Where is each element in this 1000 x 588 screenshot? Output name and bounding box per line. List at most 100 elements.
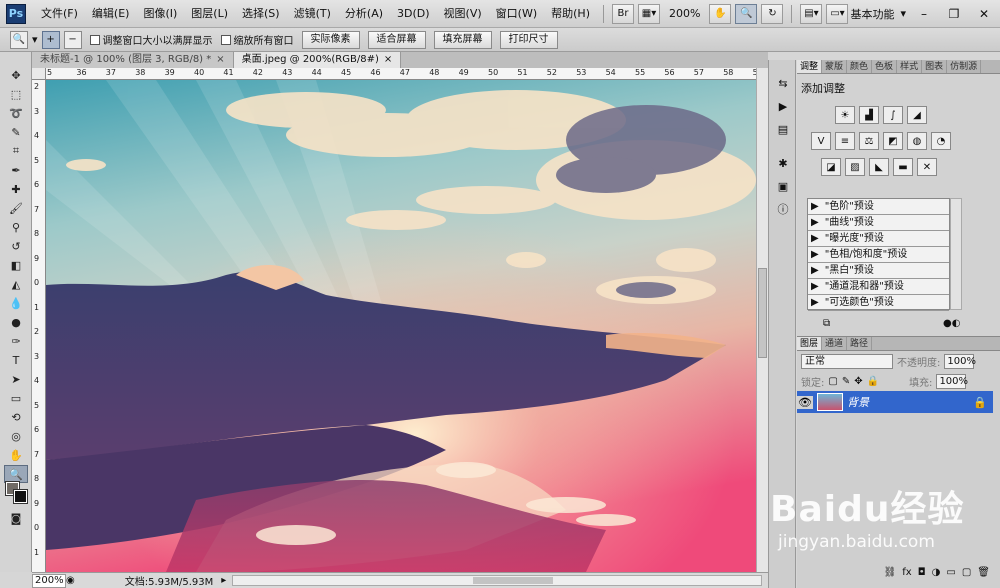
marquee-tool-icon[interactable]: ⬚	[4, 85, 28, 103]
tab-paths[interactable]: 路径	[847, 337, 873, 350]
menu-view[interactable]: 视图(V)	[437, 0, 489, 28]
hand-tool-icon[interactable]: ✋	[4, 446, 28, 464]
zoom-tool-icon[interactable]: 🔍	[4, 465, 28, 483]
return-to-list-icon[interactable]: ⧉	[823, 318, 830, 329]
actions-icon[interactable]: ▶	[773, 97, 793, 115]
list-item[interactable]: ▶ "曝光度"预设	[808, 231, 949, 247]
lock-all-icon[interactable]: 🔒	[867, 376, 879, 387]
tab-untitled-1[interactable]: 未标题-1 @ 100% (图层 3, RGB/8) * ×	[32, 52, 234, 68]
zoom-all-windows-checkbox[interactable]: 缩放所有窗口	[220, 32, 294, 47]
eyedropper-tool-icon[interactable]: ✒	[4, 161, 28, 179]
menu-edit[interactable]: 编辑(E)	[85, 0, 137, 28]
chevron-right-icon[interactable]: ▸	[221, 575, 226, 586]
3d-orbit-tool-icon[interactable]: ◎	[4, 427, 28, 445]
status-info-icon[interactable]: ◉	[66, 575, 75, 586]
clip-layer-icon[interactable]: ●◐	[943, 318, 960, 329]
exposure-icon[interactable]: ◢	[907, 106, 927, 124]
zoom-tool-preset-icon[interactable]: 🔍	[10, 30, 28, 49]
color-balance-icon[interactable]: ⚖	[859, 132, 879, 150]
close-icon[interactable]: ×	[216, 52, 224, 68]
lasso-tool-icon[interactable]: ➰	[4, 104, 28, 122]
black-white-icon[interactable]: ◩	[883, 132, 903, 150]
brush-tool-icon[interactable]: 🖌	[4, 199, 28, 217]
crop-tool-icon[interactable]: ⌗	[4, 142, 28, 160]
scroll-thumb[interactable]	[758, 268, 767, 358]
zoom-out-icon[interactable]: −	[63, 30, 82, 49]
chevron-down-icon[interactable]: ▾	[32, 33, 38, 46]
list-item[interactable]: ▶ "色阶"预设	[808, 199, 949, 215]
history-icon[interactable]: ⇆	[773, 74, 793, 92]
ruler-origin[interactable]	[32, 68, 46, 80]
invert-icon[interactable]: ◪	[821, 158, 841, 176]
posterize-icon[interactable]: ▨	[845, 158, 865, 176]
resize-window-checkbox[interactable]: 调整窗口大小以满屏显示	[89, 32, 213, 47]
menu-3d[interactable]: 3D(D)	[390, 0, 437, 28]
tab-masks[interactable]: 蒙版	[822, 60, 848, 73]
fit-screen-button[interactable]: 适合屏幕	[367, 30, 426, 49]
menu-filter[interactable]: 滤镜(T)	[287, 0, 338, 28]
navigator-icon[interactable]: ▣	[773, 177, 793, 195]
history-brush-tool-icon[interactable]: ↺	[4, 237, 28, 255]
scroll-thumb[interactable]	[473, 577, 553, 584]
tab-desktop-jpeg[interactable]: 桌面.jpeg @ 200%(RGB/8#) ×	[233, 52, 402, 68]
presets-scrollbar[interactable]	[950, 198, 962, 310]
list-item[interactable]: ▶ "通道混和器"预设	[808, 279, 949, 295]
menu-file[interactable]: 文件(F)	[34, 0, 85, 28]
path-select-tool-icon[interactable]: ➤	[4, 370, 28, 388]
tab-swatches[interactable]: 色板	[872, 60, 898, 73]
menu-help[interactable]: 帮助(H)	[544, 0, 597, 28]
menu-image[interactable]: 图像(I)	[136, 0, 184, 28]
hue-saturation-icon[interactable]: ≡	[835, 132, 855, 150]
document-canvas[interactable]	[46, 80, 756, 572]
selective-color-icon[interactable]: ✕	[917, 158, 937, 176]
curves-icon[interactable]: ∫	[883, 106, 903, 124]
blend-mode-select[interactable]: 正常	[801, 353, 893, 369]
quick-select-tool-icon[interactable]: ✎	[4, 123, 28, 141]
tab-color[interactable]: 颜色	[847, 60, 873, 73]
eye-icon[interactable]: 👁	[797, 395, 813, 409]
lock-position-icon[interactable]: ✥	[854, 376, 862, 387]
fill-field[interactable]: 100%	[936, 373, 968, 389]
link-layers-icon[interactable]: ⛓	[884, 567, 897, 585]
rotate-view-button[interactable]: ↻	[761, 3, 784, 24]
3d-rotate-tool-icon[interactable]: ⟲	[4, 408, 28, 426]
eraser-tool-icon[interactable]: ◧	[4, 256, 28, 274]
pen-tool-icon[interactable]: ✑	[4, 332, 28, 350]
mini-bridge-icon[interactable]: ▤	[773, 120, 793, 138]
delete-layer-icon[interactable]: 🗑	[977, 567, 990, 585]
workspace-switcher[interactable]: 基本功能 ▾ – ❐ ✕	[850, 5, 996, 23]
dodge-tool-icon[interactable]: ●	[4, 313, 28, 331]
status-zoom-field[interactable]: 200%	[32, 573, 66, 588]
zoom-in-icon[interactable]: +	[41, 30, 60, 49]
lock-transparent-icon[interactable]: ▢	[828, 376, 837, 387]
tab-channels[interactable]: 通道	[822, 337, 848, 350]
tab-layers[interactable]: 图层	[797, 337, 823, 350]
arrange-documents-button[interactable]: ▤▾	[800, 3, 823, 24]
new-layer-icon[interactable]: ▢	[962, 567, 971, 585]
vertical-scrollbar[interactable]	[756, 68, 768, 572]
checkbox-box[interactable]	[89, 34, 100, 45]
new-group-icon[interactable]: ▭	[946, 567, 955, 585]
menu-window[interactable]: 窗口(W)	[489, 0, 544, 28]
move-tool-icon[interactable]: ✥	[4, 66, 28, 84]
menu-analysis[interactable]: 分析(A)	[338, 0, 390, 28]
list-item[interactable]: ▶ "黑白"预设	[808, 263, 949, 279]
lock-image-icon[interactable]: ✎	[842, 376, 850, 387]
type-tool-icon[interactable]: T	[4, 351, 28, 369]
photo-filter-icon[interactable]: ◍	[907, 132, 927, 150]
guides-menu-button[interactable]: ▦▾	[637, 3, 660, 24]
bridge-button[interactable]: Br	[611, 3, 634, 24]
zoom-tool-button[interactable]: 🔍	[735, 3, 758, 24]
channel-mixer-icon[interactable]: ◔	[931, 132, 951, 150]
list-item[interactable]: ▶ "曲线"预设	[808, 215, 949, 231]
layer-style-icon[interactable]: fx	[902, 567, 911, 585]
tab-adjustments[interactable]: 调整	[797, 60, 823, 73]
print-size-button[interactable]: 打印尺寸	[499, 30, 558, 49]
gradient-map-icon[interactable]: ▬	[893, 158, 913, 176]
threshold-icon[interactable]: ◣	[869, 158, 889, 176]
zoom-level-menu[interactable]: 200%	[662, 0, 707, 28]
fill-screen-button[interactable]: 填充屏幕	[433, 30, 492, 49]
opacity-field[interactable]: 100%	[944, 353, 976, 369]
info-icon[interactable]: ⓘ	[773, 200, 793, 218]
actual-pixels-button[interactable]: 实际像素	[301, 30, 360, 49]
